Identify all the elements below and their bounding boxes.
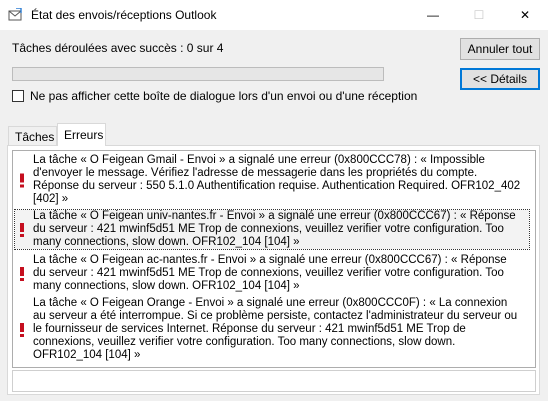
dont-show-checkbox-row[interactable]: Ne pas afficher cette boîte de dialogue … [12,89,417,103]
window-title: État des envois/réceptions Outlook [31,8,217,22]
error-text: La tâche « O Feigean Gmail - Envoi » a s… [33,154,521,205]
error-item[interactable]: La tâche « O Feigean univ-nantes.fr - En… [14,209,530,250]
tab-taches[interactable]: Tâches [8,126,57,146]
error-icon [20,267,24,281]
error-icon [20,223,24,237]
maximize-icon: ☐ [473,8,485,22]
minimize-button[interactable]: — [410,0,456,30]
details-box [12,370,536,392]
error-icon [20,323,24,337]
title-bar: État des envois/réceptions Outlook — ☐ ✕ [0,0,548,30]
details-button[interactable]: << Détails [460,68,540,90]
send-receive-icon [8,8,22,21]
error-text: La tâche « O Feigean ac-nantes.fr - Envo… [33,254,507,292]
dont-show-checkbox[interactable] [12,90,24,102]
error-text: La tâche « O Feigean Orange - Envoi » a … [33,297,518,361]
dont-show-label: Ne pas afficher cette boîte de dialogue … [30,89,418,103]
error-item[interactable]: La tâche « O Feigean ac-nantes.fr - Envo… [15,254,529,293]
close-icon: ✕ [519,8,531,22]
error-text: La tâche « O Feigean univ-nantes.fr - En… [33,210,516,248]
close-button[interactable]: ✕ [502,0,548,30]
error-item[interactable]: La tâche « O Feigean Orange - Envoi » a … [15,297,529,362]
minimize-icon: — [427,8,439,22]
status-text: Tâches déroulées avec succès : 0 sur 4 [12,41,224,55]
errors-panel: La tâche « O Feigean Gmail - Envoi » a s… [7,145,540,395]
error-item[interactable]: La tâche « O Feigean Gmail - Envoi » a s… [15,154,529,206]
progress-bar [12,67,384,81]
cancel-all-button[interactable]: Annuler tout [460,38,540,60]
error-list[interactable]: La tâche « O Feigean Gmail - Envoi » a s… [12,150,536,368]
tab-erreurs[interactable]: Erreurs [57,123,106,146]
maximize-button[interactable]: ☐ [456,0,502,30]
error-icon [20,173,24,188]
